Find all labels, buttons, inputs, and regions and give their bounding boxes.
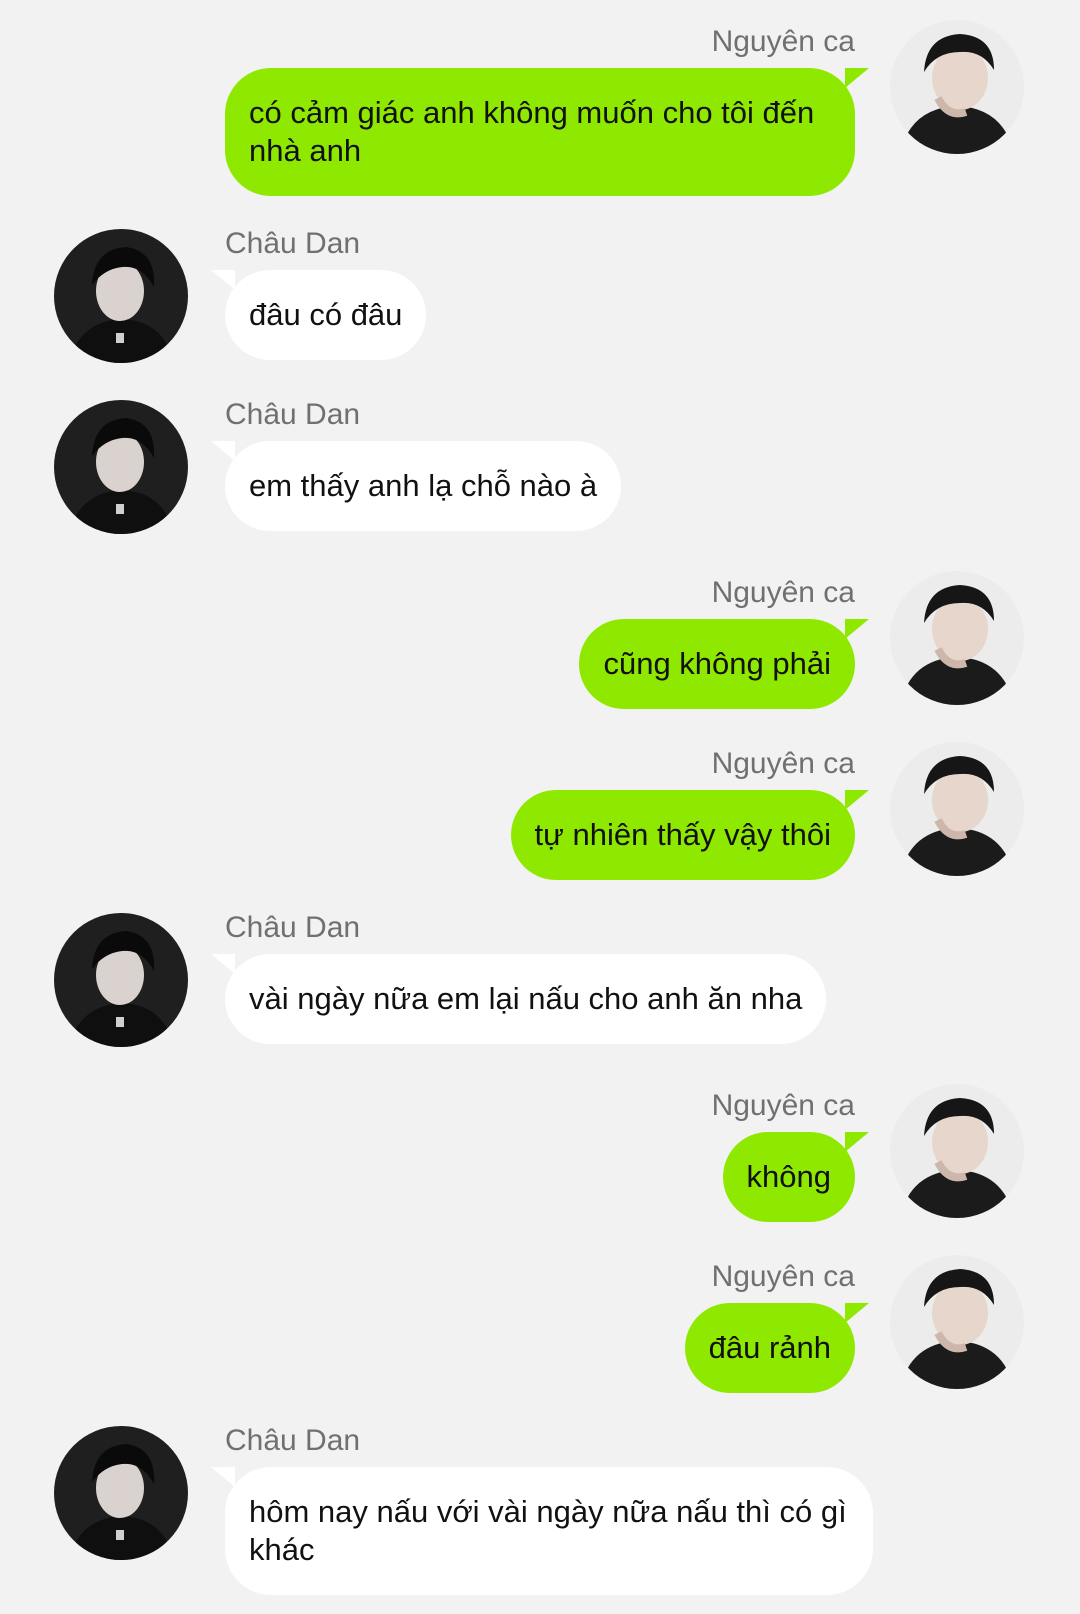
bubble-tail bbox=[211, 1467, 235, 1487]
sender-name: Châu Dan bbox=[225, 227, 361, 260]
bubble-tail bbox=[211, 441, 235, 461]
sender-name: Châu Dan bbox=[225, 398, 361, 431]
avatar[interactable] bbox=[890, 20, 1024, 154]
bubble-tail bbox=[845, 68, 869, 88]
sender-name: Nguyên ca bbox=[711, 747, 855, 780]
bubble-tail bbox=[845, 619, 869, 639]
message-bubble[interactable]: đâu rảnh bbox=[684, 1303, 855, 1393]
avatar[interactable] bbox=[54, 229, 188, 363]
message-bubble[interactable]: không bbox=[722, 1132, 855, 1222]
bubble-tail bbox=[211, 270, 235, 290]
bubble-tail bbox=[845, 1132, 869, 1152]
avatar[interactable] bbox=[890, 1084, 1024, 1218]
message-bubble[interactable]: hôm nay nấu với vài ngày nữa nấu thì có … bbox=[225, 1467, 873, 1595]
avatar-chau-dan-icon bbox=[54, 229, 188, 363]
bubble-tail bbox=[845, 790, 869, 810]
bubble-tail bbox=[845, 1303, 869, 1323]
avatar[interactable] bbox=[890, 571, 1024, 705]
sender-name: Nguyên ca bbox=[711, 25, 855, 58]
avatar-nguyen-ca-icon bbox=[890, 571, 1024, 705]
sender-name: Nguyên ca bbox=[711, 1260, 855, 1293]
message-bubble[interactable]: đâu có đâu bbox=[225, 270, 427, 360]
avatar[interactable] bbox=[54, 400, 188, 534]
message-bubble[interactable]: tự nhiên thấy vậy thôi bbox=[510, 790, 855, 880]
avatar-nguyen-ca-icon bbox=[890, 1084, 1024, 1218]
avatar-chau-dan-icon bbox=[54, 913, 188, 1047]
message-bubble[interactable]: có cảm giác anh không muốn cho tôi đến n… bbox=[225, 68, 855, 196]
sender-name: Châu Dan bbox=[225, 1424, 361, 1457]
avatar[interactable] bbox=[54, 1426, 188, 1560]
avatar-chau-dan-icon bbox=[54, 400, 188, 534]
avatar[interactable] bbox=[54, 913, 188, 1047]
message-bubble[interactable]: vài ngày nữa em lại nấu cho anh ăn nha bbox=[225, 954, 827, 1044]
sender-name: Châu Dan bbox=[225, 911, 361, 944]
avatar-chau-dan-icon bbox=[54, 1426, 188, 1560]
avatar-nguyen-ca-icon bbox=[890, 1255, 1024, 1389]
bubble-tail bbox=[211, 954, 235, 974]
sender-name: Nguyên ca bbox=[711, 1089, 855, 1122]
avatar-nguyen-ca-icon bbox=[890, 20, 1024, 154]
avatar[interactable] bbox=[890, 1255, 1024, 1389]
avatar-nguyen-ca-icon bbox=[890, 742, 1024, 876]
avatar[interactable] bbox=[890, 742, 1024, 876]
message-bubble[interactable]: cũng không phải bbox=[579, 619, 855, 709]
message-bubble[interactable]: em thấy anh lạ chỗ nào à bbox=[225, 441, 622, 531]
sender-name: Nguyên ca bbox=[711, 576, 855, 609]
